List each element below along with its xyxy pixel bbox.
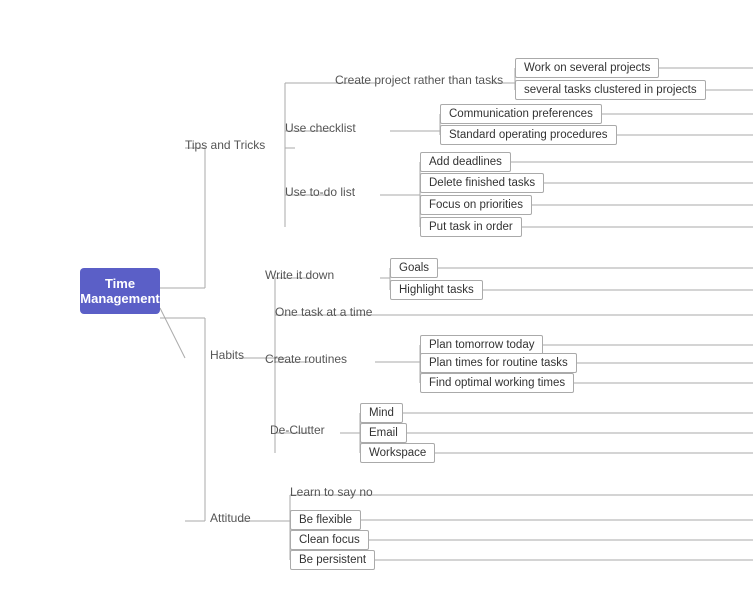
node-label: Write it down bbox=[265, 268, 334, 282]
node-label: Standard operating procedures bbox=[440, 125, 617, 145]
node-label: Plan tomorrow today bbox=[420, 335, 543, 355]
root-node: TimeManagement bbox=[80, 268, 160, 314]
node-label: Email bbox=[360, 423, 407, 443]
node-label: Find optimal working times bbox=[420, 373, 574, 393]
page-title bbox=[0, 0, 753, 14]
node-label: Attitude bbox=[210, 511, 251, 525]
node-label: Plan times for routine tasks bbox=[420, 353, 577, 373]
node-label: Be flexible bbox=[290, 510, 361, 530]
node-label: Goals bbox=[390, 258, 438, 278]
node-label: Learn to say no bbox=[290, 485, 373, 499]
node-label: Focus on priorities bbox=[420, 195, 532, 215]
node-label: Highlight tasks bbox=[390, 280, 483, 300]
node-label: Be persistent bbox=[290, 550, 375, 570]
node-label: Create routines bbox=[265, 352, 347, 366]
node-label: Workspace bbox=[360, 443, 435, 463]
node-label: Add deadlines bbox=[420, 152, 511, 172]
node-label: Delete finished tasks bbox=[420, 173, 544, 193]
node-label: Use checklist bbox=[285, 121, 356, 135]
node-label: De-Clutter bbox=[270, 423, 325, 437]
node-label: several tasks clustered in projects bbox=[515, 80, 706, 100]
node-label: Communication preferences bbox=[440, 104, 602, 124]
node-label: Habits bbox=[210, 348, 244, 362]
node-label: Work on several projects bbox=[515, 58, 659, 78]
node-label: Clean focus bbox=[290, 530, 369, 550]
node-label: Use to-do list bbox=[285, 185, 355, 199]
mindmap-container: TimeManagement Tips and Tricks Create proj… bbox=[0, 0, 753, 593]
node-label: Create project rather than tasks bbox=[335, 73, 503, 87]
node-label: Tips and Tricks bbox=[185, 138, 265, 152]
node-label: Put task in order bbox=[420, 217, 522, 237]
node-label: Mind bbox=[360, 403, 403, 423]
node-label: One task at a time bbox=[275, 305, 372, 319]
